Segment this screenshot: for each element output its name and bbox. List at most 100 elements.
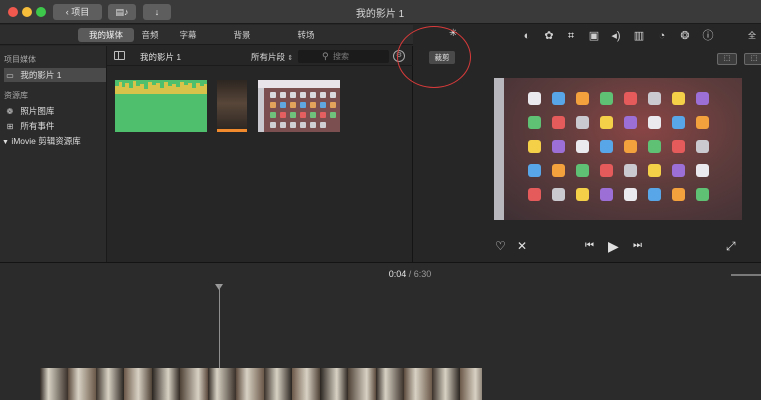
tab-transitions[interactable]: 转场 xyxy=(292,28,320,42)
film-icon: ▭ xyxy=(6,71,14,80)
clip-used-indicator xyxy=(217,129,247,132)
crop-icon[interactable]: ⌗ xyxy=(564,29,578,43)
app-icon-graphic xyxy=(672,116,685,129)
search-icon: ⚲ xyxy=(322,51,329,61)
clip-filter-icon[interactable]: ❂ xyxy=(678,29,692,43)
sidebar-item-imovie-library[interactable]: ▼ iMovie 剪辑资源库 xyxy=(2,134,104,148)
skip-forward-icon[interactable]: ⏭ xyxy=(633,238,642,254)
app-icon-graphic xyxy=(552,188,565,201)
app-grid-thumbnail-graphic xyxy=(258,88,336,132)
fullscreen-window-button[interactable] xyxy=(36,7,46,17)
reject-icon[interactable]: ✕ xyxy=(517,238,527,254)
color-correction-icon[interactable]: ✿ xyxy=(542,29,556,43)
libraries-header: 资源库 xyxy=(4,91,28,100)
updown-chevron-icon: ⇕ xyxy=(287,55,294,62)
noise-reduction-icon[interactable]: ▥ xyxy=(632,29,646,43)
app-icon-graphic xyxy=(696,188,709,201)
media-browser-button[interactable]: ▤♪ xyxy=(108,4,136,20)
app-icon-graphic xyxy=(528,164,541,177)
app-icon-graphic xyxy=(528,140,541,153)
film-frame-graphic xyxy=(40,368,68,400)
film-frame-graphic xyxy=(404,368,432,400)
search-box[interactable]: ⚲ xyxy=(298,50,389,63)
sidebar-item-label: 照片图库 xyxy=(20,106,55,116)
timeline: 0:04 / 6:30 xyxy=(0,262,761,400)
speed-icon[interactable]: ◔ xyxy=(655,29,669,43)
close-window-button[interactable] xyxy=(8,7,18,17)
import-button[interactable]: ↓ xyxy=(143,4,171,20)
sidebar-item-photos[interactable]: ❁ 照片图库 xyxy=(4,104,106,118)
sidebar-toggle-icon[interactable] xyxy=(114,51,125,60)
media-browser: 我的影片 1 所有片段 ⇕ ⚲ ⚙ xyxy=(107,46,413,262)
clip-thumbnail-audio[interactable] xyxy=(115,80,207,132)
disclosure-triangle-icon[interactable]: ▼ xyxy=(2,139,9,146)
title-bar: ‹ 项目 ▤♪ ↓ 我的影片 1 xyxy=(0,0,761,24)
time-separator: / xyxy=(408,269,412,279)
film-frame-graphic xyxy=(432,368,460,400)
projects-back-button[interactable]: ‹ 项目 xyxy=(53,4,102,20)
crop-fit-button[interactable]: ⬚ xyxy=(717,53,737,65)
film-frame-graphic xyxy=(348,368,376,400)
tab-my-media[interactable]: 我的媒体 xyxy=(78,28,134,42)
search-input[interactable] xyxy=(333,50,387,63)
volume-icon[interactable]: ◂) xyxy=(609,29,623,43)
app-icon-graphic xyxy=(576,164,589,177)
total-duration: 6:30 xyxy=(413,269,432,279)
current-time: 0:04 xyxy=(388,269,407,279)
app-icon-graphic xyxy=(648,116,661,129)
app-icon-graphic xyxy=(576,92,589,105)
app-icon-graphic xyxy=(672,164,685,177)
sidebar-item-project[interactable]: ▭ 我的影片 1 xyxy=(4,68,106,82)
crop-to-fill-button[interactable]: ⬚ xyxy=(744,53,761,65)
film-music-icon: ▤♪ xyxy=(115,7,129,17)
film-frame-graphic xyxy=(208,368,236,400)
clip-menubar-graphic xyxy=(258,80,340,88)
app-icon-graphic xyxy=(600,140,613,153)
clip-thumbnail-screen-recording[interactable] xyxy=(258,80,340,132)
film-frame-graphic xyxy=(460,368,482,400)
minimize-window-button[interactable] xyxy=(22,7,32,17)
app-icon-graphic xyxy=(696,92,709,105)
stabilization-icon[interactable]: ▣ xyxy=(587,29,601,43)
app-icon-graphic xyxy=(672,188,685,201)
timeline-video-clip[interactable] xyxy=(40,368,482,400)
timeline-zoom-slider[interactable] xyxy=(731,274,761,276)
app-icon-graphic xyxy=(528,92,541,105)
heart-icon[interactable]: ♡ xyxy=(495,238,506,254)
fullscreen-icon[interactable]: ⤢ xyxy=(726,238,736,254)
viewer-panel: ✳ ◐ ✿ ⌗ ▣ ◂) ▥ ◔ ❂ ⓘ 全 裁剪 ⬚ ⬚ ♡ ✕ ⏮ ▶ ⏭ … xyxy=(397,25,761,262)
film-frame-graphic xyxy=(320,368,348,400)
browser-toolbar: 我的影片 1 所有片段 ⇕ ⚲ ⚙ xyxy=(107,46,413,66)
library-sidebar: 项目媒体 ▭ 我的影片 1 资源库 ❁ 照片图库 ⊞ 所有事件 ▼ iMovie… xyxy=(0,46,107,262)
app-icon-graphic xyxy=(600,164,613,177)
app-icon-graphic xyxy=(672,92,685,105)
clip-filter-select[interactable]: 所有片段 ⇕ xyxy=(251,51,293,63)
window-title: 我的影片 1 xyxy=(355,9,405,20)
app-icon-graphic xyxy=(648,92,661,105)
sidebar-item-all-events[interactable]: ⊞ 所有事件 xyxy=(4,119,106,133)
film-frame-graphic xyxy=(376,368,404,400)
play-icon[interactable]: ▶ xyxy=(608,238,619,254)
browser-title: 我的影片 1 xyxy=(140,52,182,62)
reset-all-label[interactable]: 全 xyxy=(748,30,756,41)
app-icon-graphic xyxy=(576,116,589,129)
tab-backgrounds[interactable]: 背景 xyxy=(228,28,256,42)
tab-titles[interactable]: 字幕 xyxy=(174,28,202,42)
app-icon-graphic xyxy=(552,92,565,105)
skip-back-icon[interactable]: ⏮ xyxy=(585,238,594,254)
app-icon-graphic xyxy=(648,164,661,177)
film-frame-graphic xyxy=(180,368,208,400)
project-media-header: 项目媒体 xyxy=(4,55,36,64)
film-frame-graphic xyxy=(68,368,96,400)
annotation-circle xyxy=(397,26,471,88)
film-frame-graphic xyxy=(124,368,152,400)
dock-graphic xyxy=(494,78,504,220)
app-icon-graphic xyxy=(648,140,661,153)
clip-thumbnail-video[interactable] xyxy=(217,80,247,132)
tab-audio[interactable]: 音频 xyxy=(136,28,164,42)
photos-icon: ❁ xyxy=(6,107,14,116)
app-icon-graphic xyxy=(624,92,637,105)
color-balance-icon[interactable]: ◐ xyxy=(520,29,534,43)
info-icon[interactable]: ⓘ xyxy=(701,29,715,43)
app-icon-graphic xyxy=(624,116,637,129)
